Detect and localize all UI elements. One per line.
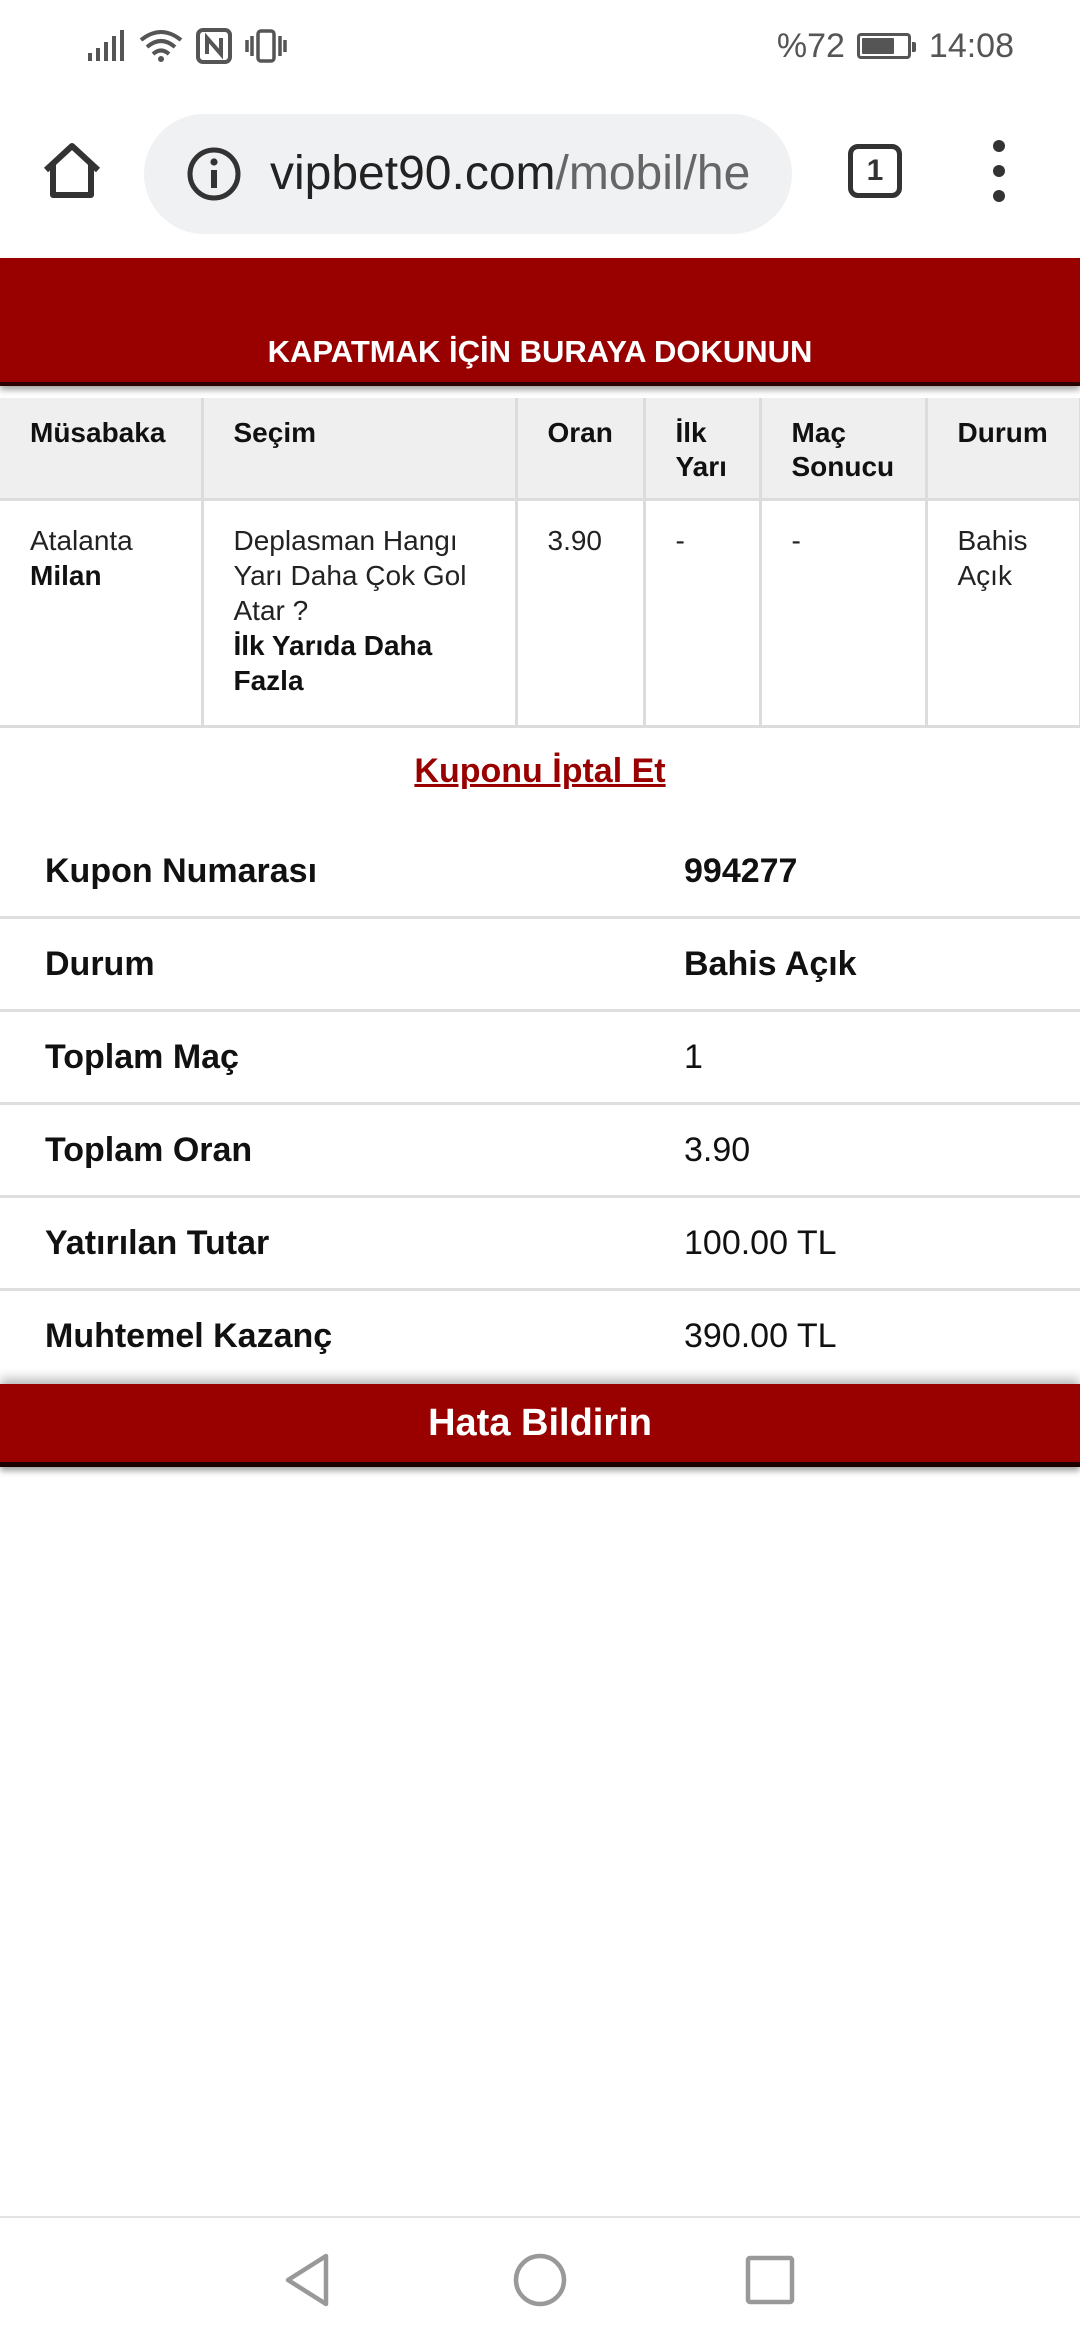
home-circle-icon[interactable] <box>510 2250 570 2310</box>
nfc-icon <box>196 28 232 64</box>
menu-dot <box>993 190 1005 202</box>
status-icons <box>86 24 288 68</box>
summary-label: Muhtemel Kazanç <box>45 1317 333 1355</box>
summary-value: 100.00 TL <box>684 1224 837 1262</box>
battery-percent: %72 <box>776 26 845 65</box>
away-team: Milan <box>30 560 102 591</box>
header-mac-sonucu: Maç Sonucu <box>760 398 928 501</box>
menu-dot <box>993 165 1005 177</box>
info-icon[interactable] <box>186 146 242 202</box>
cell-odds: 3.90 <box>516 499 646 728</box>
url-text[interactable]: vipbet90.com/mobil/he <box>270 114 766 234</box>
system-nav-bar <box>0 2216 1080 2342</box>
summary-row-total-matches: Toplam Maç 1 <box>0 1012 1080 1105</box>
summary-row-status: Durum Bahis Açık <box>0 919 1080 1012</box>
header-ilk-yari: İlk Yarı <box>644 398 762 501</box>
menu-icon[interactable] <box>974 136 1024 206</box>
summary-label: Toplam Oran <box>45 1131 253 1169</box>
summary-row-coupon-number: Kupon Numarası 994277 <box>0 826 1080 919</box>
header-secim: Seçim <box>202 398 518 501</box>
status-right: %72 14:08 <box>777 24 1014 68</box>
url-host: vipbet90.com <box>270 147 556 200</box>
browser-toolbar: vipbet90.com/mobil/he 1 <box>0 92 1080 258</box>
summary-value: Bahis Açık <box>684 945 857 983</box>
summary-value: 3.90 <box>684 1131 751 1169</box>
summary-label: Durum <box>45 945 155 983</box>
close-banner[interactable]: KAPATMAK İÇİN BURAYA DOKUNUN <box>0 258 1080 386</box>
tabs-icon[interactable]: 1 <box>848 144 902 198</box>
recents-icon[interactable] <box>740 2250 800 2310</box>
bet-table: Müsabaka Seçim Oran İlk Yarı Maç Sonucu … <box>0 398 1080 728</box>
selection-question: Deplasman Hangı Yarı Daha Çok Gol Atar ? <box>233 525 467 626</box>
summary-value: 994277 <box>684 852 798 890</box>
status-time: 14:08 <box>928 26 1014 65</box>
cell-selection: Deplasman Hangı Yarı Daha Çok Gol Atar ?… <box>202 499 518 728</box>
signal-icon <box>88 30 124 61</box>
home-button[interactable] <box>34 132 110 208</box>
address-bar[interactable]: vipbet90.com/mobil/he <box>144 114 792 234</box>
header-oran: Oran <box>516 398 646 501</box>
url-path: /mobil/he <box>555 147 751 200</box>
summary-row-stake: Yatırılan Tutar 100.00 TL <box>0 1198 1080 1291</box>
cell-status: Bahis Açık <box>926 499 1080 728</box>
summary-label: Toplam Maç <box>45 1038 239 1076</box>
status-bar: %72 14:08 <box>0 0 1080 92</box>
summary-label: Yatırılan Tutar <box>45 1224 270 1262</box>
cell-match: Atalanta Milan <box>0 499 204 728</box>
home-team: Atalanta <box>30 525 133 556</box>
menu-dot <box>993 140 1005 152</box>
summary-value: 390.00 TL <box>684 1317 837 1355</box>
battery-fill <box>861 38 894 54</box>
selection-answer: İlk Yarıda Daha Fazla <box>233 630 433 696</box>
cell-first-half: - <box>644 499 762 728</box>
table-row: Atalanta Milan Deplasman Hangı Yarı Daha… <box>0 499 1080 728</box>
summary-row-total-odds: Toplam Oran 3.90 <box>0 1105 1080 1198</box>
battery-icon <box>856 33 916 59</box>
coupon-summary: Kupon Numarası 994277 Durum Bahis Açık T… <box>0 826 1080 1381</box>
cell-match-result: - <box>760 499 928 728</box>
summary-row-potential-win: Muhtemel Kazanç 390.00 TL <box>0 1291 1080 1381</box>
header-musabaka: Müsabaka <box>0 398 204 501</box>
close-banner-text: KAPATMAK İÇİN BURAYA DOKUNUN <box>267 334 813 369</box>
tab-count: 1 <box>866 154 884 187</box>
summary-value: 1 <box>684 1038 703 1076</box>
summary-label: Kupon Numarası <box>45 852 318 890</box>
back-icon[interactable] <box>278 2250 338 2310</box>
wifi-icon <box>139 30 183 62</box>
table-header-row: Müsabaka Seçim Oran İlk Yarı Maç Sonucu … <box>0 398 1080 501</box>
vibrate-icon <box>245 29 287 63</box>
home-icon <box>43 143 101 198</box>
cancel-coupon-link[interactable]: Kuponu İptal Et <box>0 752 1080 791</box>
report-error-button[interactable]: Hata Bildirin <box>0 1384 1080 1467</box>
header-durum: Durum <box>926 398 1080 501</box>
